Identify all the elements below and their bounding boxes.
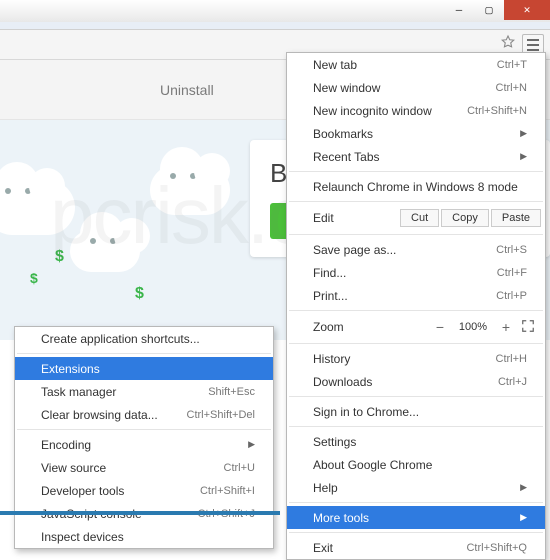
more-tools-submenu: Create application shortcuts... Extensio… [14,326,274,549]
menu-settings[interactable]: Settings [287,430,545,453]
menu-recent-tabs[interactable]: Recent Tabs▶ [287,145,545,168]
submenu-extensions[interactable]: Extensions [15,357,273,380]
menu-bookmarks[interactable]: Bookmarks▶ [287,122,545,145]
menu-separator [289,343,543,344]
menu-sign-in[interactable]: Sign in to Chrome... [287,400,545,423]
submenu-view-source[interactable]: View sourceCtrl+U [15,456,273,479]
paste-button[interactable]: Paste [491,209,541,227]
cloud-icon [70,230,140,272]
menu-separator [289,234,543,235]
menu-new-window[interactable]: New windowCtrl+N [287,76,545,99]
taskbar-sliver [0,511,280,515]
submenu-task-manager[interactable]: Task managerShift+Esc [15,380,273,403]
menu-edit-row: Edit Cut Copy Paste [287,205,545,231]
cut-button[interactable]: Cut [400,209,439,227]
dollar-icon: $ [30,270,38,286]
menu-zoom-row: Zoom − 100% + [287,314,545,340]
close-button[interactable]: ✕ [504,0,550,20]
menu-help[interactable]: Help▶ [287,476,545,499]
submenu-encoding[interactable]: Encoding▶ [15,433,273,456]
window-titlebar: ─ ▢ ✕ [0,0,550,22]
menu-about[interactable]: About Google Chrome [287,453,545,476]
zoom-in-button[interactable]: + [495,319,517,335]
menu-separator [289,426,543,427]
menu-relaunch-win8[interactable]: Relaunch Chrome in Windows 8 mode [287,175,545,198]
tab-strip [0,22,550,30]
chrome-main-menu: New tabCtrl+T New windowCtrl+N New incog… [286,52,546,560]
menu-separator [289,502,543,503]
cloud-icon [0,180,75,235]
menu-separator [289,532,543,533]
menu-separator [289,201,543,202]
submenu-create-shortcuts[interactable]: Create application shortcuts... [15,327,273,350]
menu-edit-label: Edit [313,211,398,225]
dollar-icon: $ [55,248,64,266]
menu-new-incognito[interactable]: New incognito windowCtrl+Shift+N [287,99,545,122]
dollar-icon: $ [135,285,144,303]
submenu-dev-tools[interactable]: Developer toolsCtrl+Shift+I [15,479,273,502]
menu-separator [289,310,543,311]
submenu-clear-data[interactable]: Clear browsing data...Ctrl+Shift+Del [15,403,273,426]
menu-exit[interactable]: ExitCtrl+Shift+Q [287,536,545,559]
menu-save-page[interactable]: Save page as...Ctrl+S [287,238,545,261]
minimize-button[interactable]: ─ [444,0,474,20]
menu-separator [289,171,543,172]
uninstall-link[interactable]: Uninstall [160,82,214,98]
menu-separator [17,429,271,430]
menu-downloads[interactable]: DownloadsCtrl+J [287,370,545,393]
zoom-out-button[interactable]: − [429,319,451,335]
menu-print[interactable]: Print...Ctrl+P [287,284,545,307]
fullscreen-icon[interactable] [517,319,539,336]
menu-find[interactable]: Find...Ctrl+F [287,261,545,284]
menu-history[interactable]: HistoryCtrl+H [287,347,545,370]
menu-separator [17,353,271,354]
cloud-icon [150,165,230,215]
submenu-inspect-devices[interactable]: Inspect devices [15,525,273,548]
zoom-label: Zoom [313,320,429,334]
copy-button[interactable]: Copy [441,209,489,227]
menu-more-tools[interactable]: More tools▶ [287,506,545,529]
maximize-button[interactable]: ▢ [474,0,504,20]
zoom-value: 100% [451,321,495,333]
menu-new-tab[interactable]: New tabCtrl+T [287,53,545,76]
menu-separator [289,396,543,397]
